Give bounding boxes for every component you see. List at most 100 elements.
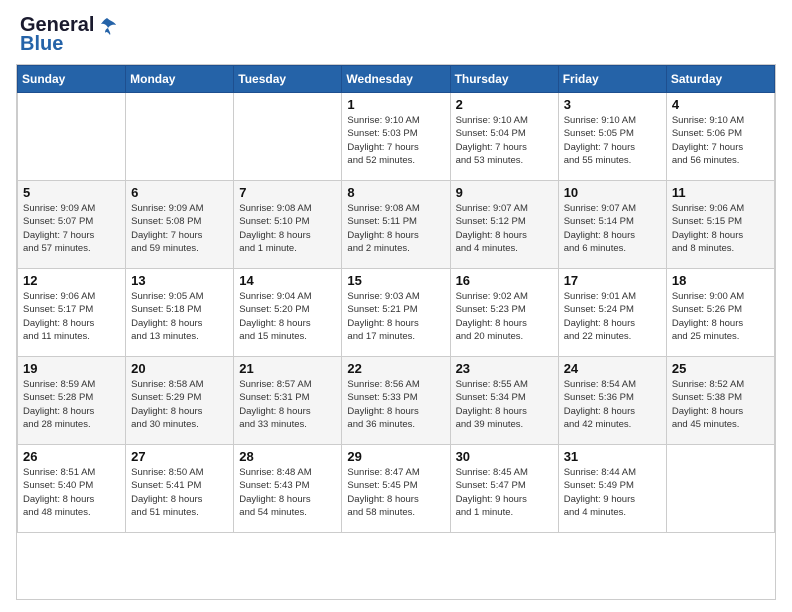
- calendar-cell: 6 Sunrise: 9:09 AM Sunset: 5:08 PM Daylig…: [126, 181, 234, 269]
- weekday-header-saturday: Saturday: [666, 66, 774, 93]
- calendar-body: 1 Sunrise: 9:10 AM Sunset: 5:03 PM Daylig…: [18, 93, 775, 533]
- day-number: 16: [456, 273, 553, 288]
- calendar-week-3: 12 Sunrise: 9:06 AM Sunset: 5:17 PM Dayli…: [18, 269, 775, 357]
- day-info: Sunrise: 9:08 AM Sunset: 5:11 PM Dayligh…: [347, 202, 444, 255]
- day-number: 27: [131, 449, 228, 464]
- day-info: Sunrise: 9:06 AM Sunset: 5:17 PM Dayligh…: [23, 290, 120, 343]
- calendar-header: SundayMondayTuesdayWednesdayThursdayFrid…: [18, 66, 775, 93]
- calendar-cell: 14 Sunrise: 9:04 AM Sunset: 5:20 PM Dayli…: [234, 269, 342, 357]
- weekday-header-wednesday: Wednesday: [342, 66, 450, 93]
- day-number: 20: [131, 361, 228, 376]
- calendar-cell: 20 Sunrise: 8:58 AM Sunset: 5:29 PM Dayli…: [126, 357, 234, 445]
- calendar-cell: 29Sunrise: 8:47 AM Sunset: 5:45 PM Dayli…: [342, 445, 450, 533]
- day-info: Sunrise: 9:10 AM Sunset: 5:03 PM Dayligh…: [347, 114, 444, 167]
- day-info: Sunrise: 9:05 AM Sunset: 5:18 PM Dayligh…: [131, 290, 228, 343]
- day-number: 12: [23, 273, 120, 288]
- day-number: 26: [23, 449, 120, 464]
- day-info: Sunrise: 8:58 AM Sunset: 5:29 PM Dayligh…: [131, 378, 228, 431]
- day-info: Sunrise: 9:08 AM Sunset: 5:10 PM Dayligh…: [239, 202, 336, 255]
- day-info: Sunrise: 9:07 AM Sunset: 5:14 PM Dayligh…: [564, 202, 661, 255]
- weekday-header-tuesday: Tuesday: [234, 66, 342, 93]
- calendar-table: SundayMondayTuesdayWednesdayThursdayFrid…: [17, 65, 775, 533]
- day-info: Sunrise: 8:55 AM Sunset: 5:34 PM Dayligh…: [456, 378, 553, 431]
- calendar-week-4: 19Sunrise: 8:59 AM Sunset: 5:28 PM Dayli…: [18, 357, 775, 445]
- calendar-cell: 3 Sunrise: 9:10 AM Sunset: 5:05 PM Daylig…: [558, 93, 666, 181]
- day-info: Sunrise: 9:04 AM Sunset: 5:20 PM Dayligh…: [239, 290, 336, 343]
- calendar-week-5: 26 Sunrise: 8:51 AM Sunset: 5:40 PM Dayli…: [18, 445, 775, 533]
- day-number: 25: [672, 361, 769, 376]
- day-number: 15: [347, 273, 444, 288]
- calendar-cell: 26 Sunrise: 8:51 AM Sunset: 5:40 PM Dayli…: [18, 445, 126, 533]
- day-number: 11: [672, 185, 769, 200]
- day-number: 31: [564, 449, 661, 464]
- day-info: Sunrise: 8:44 AM Sunset: 5:49 PM Dayligh…: [564, 466, 661, 519]
- calendar-cell: 16Sunrise: 9:02 AM Sunset: 5:23 PM Dayli…: [450, 269, 558, 357]
- weekday-header-monday: Monday: [126, 66, 234, 93]
- calendar-cell: 5Sunrise: 9:09 AM Sunset: 5:07 PM Daylig…: [18, 181, 126, 269]
- day-number: 2: [456, 97, 553, 112]
- day-info: Sunrise: 8:47 AM Sunset: 5:45 PM Dayligh…: [347, 466, 444, 519]
- calendar-cell: 19Sunrise: 8:59 AM Sunset: 5:28 PM Dayli…: [18, 357, 126, 445]
- calendar-cell: 31 Sunrise: 8:44 AM Sunset: 5:49 PM Dayli…: [558, 445, 666, 533]
- day-number: 18: [672, 273, 769, 288]
- day-info: Sunrise: 8:51 AM Sunset: 5:40 PM Dayligh…: [23, 466, 120, 519]
- calendar-cell: 21 Sunrise: 8:57 AM Sunset: 5:31 PM Dayli…: [234, 357, 342, 445]
- day-number: 7: [239, 185, 336, 200]
- day-info: Sunrise: 8:52 AM Sunset: 5:38 PM Dayligh…: [672, 378, 769, 431]
- day-number: 17: [564, 273, 661, 288]
- day-number: 14: [239, 273, 336, 288]
- day-number: 9: [456, 185, 553, 200]
- day-info: Sunrise: 9:10 AM Sunset: 5:05 PM Dayligh…: [564, 114, 661, 167]
- calendar-cell: [234, 93, 342, 181]
- calendar-cell: 8 Sunrise: 9:08 AM Sunset: 5:11 PM Daylig…: [342, 181, 450, 269]
- logo-bird-icon: [96, 15, 118, 37]
- day-info: Sunrise: 8:45 AM Sunset: 5:47 PM Dayligh…: [456, 466, 553, 519]
- day-info: Sunrise: 8:54 AM Sunset: 5:36 PM Dayligh…: [564, 378, 661, 431]
- day-info: Sunrise: 8:56 AM Sunset: 5:33 PM Dayligh…: [347, 378, 444, 431]
- calendar-cell: [126, 93, 234, 181]
- header: General Blue: [0, 0, 792, 64]
- day-info: Sunrise: 9:03 AM Sunset: 5:21 PM Dayligh…: [347, 290, 444, 343]
- calendar-cell: [666, 445, 774, 533]
- day-number: 1: [347, 97, 444, 112]
- calendar-cell: 23Sunrise: 8:55 AM Sunset: 5:34 PM Dayli…: [450, 357, 558, 445]
- logo-blue-text: Blue: [20, 33, 63, 56]
- header-row: SundayMondayTuesdayWednesdayThursdayFrid…: [18, 66, 775, 93]
- day-number: 4: [672, 97, 769, 112]
- calendar: SundayMondayTuesdayWednesdayThursdayFrid…: [16, 64, 776, 600]
- calendar-cell: 4 Sunrise: 9:10 AM Sunset: 5:06 PM Daylig…: [666, 93, 774, 181]
- calendar-cell: 9 Sunrise: 9:07 AM Sunset: 5:12 PM Daylig…: [450, 181, 558, 269]
- day-info: Sunrise: 9:01 AM Sunset: 5:24 PM Dayligh…: [564, 290, 661, 343]
- calendar-cell: 1 Sunrise: 9:10 AM Sunset: 5:03 PM Daylig…: [342, 93, 450, 181]
- day-number: 21: [239, 361, 336, 376]
- calendar-cell: 11 Sunrise: 9:06 AM Sunset: 5:15 PM Dayli…: [666, 181, 774, 269]
- day-number: 13: [131, 273, 228, 288]
- day-info: Sunrise: 9:06 AM Sunset: 5:15 PM Dayligh…: [672, 202, 769, 255]
- day-info: Sunrise: 8:50 AM Sunset: 5:41 PM Dayligh…: [131, 466, 228, 519]
- day-number: 30: [456, 449, 553, 464]
- calendar-cell: 12 Sunrise: 9:06 AM Sunset: 5:17 PM Dayli…: [18, 269, 126, 357]
- calendar-cell: 30 Sunrise: 8:45 AM Sunset: 5:47 PM Dayli…: [450, 445, 558, 533]
- day-info: Sunrise: 9:09 AM Sunset: 5:07 PM Dayligh…: [23, 202, 120, 255]
- day-number: 19: [23, 361, 120, 376]
- calendar-cell: [18, 93, 126, 181]
- logo-area: General Blue: [20, 14, 120, 56]
- calendar-cell: 24Sunrise: 8:54 AM Sunset: 5:36 PM Dayli…: [558, 357, 666, 445]
- calendar-cell: 15 Sunrise: 9:03 AM Sunset: 5:21 PM Dayli…: [342, 269, 450, 357]
- day-number: 8: [347, 185, 444, 200]
- calendar-cell: 13 Sunrise: 9:05 AM Sunset: 5:18 PM Dayli…: [126, 269, 234, 357]
- calendar-cell: 17 Sunrise: 9:01 AM Sunset: 5:24 PM Dayli…: [558, 269, 666, 357]
- day-info: Sunrise: 9:00 AM Sunset: 5:26 PM Dayligh…: [672, 290, 769, 343]
- day-info: Sunrise: 9:10 AM Sunset: 5:04 PM Dayligh…: [456, 114, 553, 167]
- day-info: Sunrise: 9:09 AM Sunset: 5:08 PM Dayligh…: [131, 202, 228, 255]
- day-info: Sunrise: 9:10 AM Sunset: 5:06 PM Dayligh…: [672, 114, 769, 167]
- calendar-cell: 28Sunrise: 8:48 AM Sunset: 5:43 PM Dayli…: [234, 445, 342, 533]
- day-number: 6: [131, 185, 228, 200]
- day-info: Sunrise: 8:57 AM Sunset: 5:31 PM Dayligh…: [239, 378, 336, 431]
- calendar-cell: 22Sunrise: 8:56 AM Sunset: 5:33 PM Dayli…: [342, 357, 450, 445]
- day-info: Sunrise: 9:07 AM Sunset: 5:12 PM Dayligh…: [456, 202, 553, 255]
- calendar-week-2: 5Sunrise: 9:09 AM Sunset: 5:07 PM Daylig…: [18, 181, 775, 269]
- day-number: 3: [564, 97, 661, 112]
- weekday-header-sunday: Sunday: [18, 66, 126, 93]
- weekday-header-friday: Friday: [558, 66, 666, 93]
